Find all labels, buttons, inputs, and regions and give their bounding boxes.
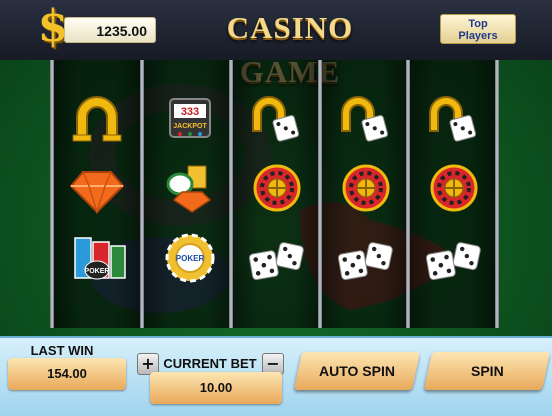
dice-icon	[425, 242, 481, 281]
roulette-icon	[430, 164, 478, 212]
horseshoe-dice-icon	[252, 96, 300, 142]
reel-divider	[318, 60, 322, 328]
roulette-icon	[342, 164, 390, 212]
last-win-label: LAST WIN	[30, 343, 94, 358]
chips-stack-label: POKER	[85, 268, 110, 275]
game-title: CASINO GAME	[226, 10, 354, 89]
jackpot-machine-icon: 333 JACKPOT	[169, 98, 211, 138]
horseshoe-icon	[72, 96, 122, 142]
jackpot-label: JACKPOT	[173, 123, 207, 130]
reel-divider	[50, 60, 54, 328]
reel-divider	[229, 60, 233, 328]
dice-icon	[248, 242, 304, 281]
auto-spin-label: AUTO SPIN	[319, 363, 395, 379]
auto-spin-button[interactable]: AUTO SPIN	[293, 352, 421, 390]
reel-area: POKER 333 JACKPOT POKER	[50, 60, 499, 328]
spin-button[interactable]: SPIN	[423, 352, 551, 390]
diamond-icon	[69, 171, 125, 214]
horseshoe-dice-icon	[429, 96, 477, 142]
current-bet-value: 10.00	[150, 372, 282, 404]
poker-chip-label: POKER	[176, 254, 205, 263]
reel-divider	[140, 60, 144, 328]
last-win-value: 154.00	[8, 358, 126, 390]
horseshoe-dice-icon	[341, 96, 389, 142]
roulette-icon	[253, 164, 301, 212]
top-players-label: Top Players	[458, 18, 498, 42]
poker-chip-icon: POKER	[165, 233, 215, 283]
reel-divider	[406, 60, 410, 328]
chips-diamond-icon	[166, 165, 212, 213]
chips-stack-icon: POKER	[74, 237, 126, 280]
reel-divider	[495, 60, 499, 328]
balance-display: 1235.00	[64, 17, 156, 43]
dice-icon	[337, 242, 393, 281]
top-players-button[interactable]: Top Players	[440, 14, 516, 44]
spin-label: SPIN	[470, 363, 504, 379]
current-bet-label: CURRENT BET	[163, 356, 257, 371]
jackpot-digits: 333	[181, 106, 199, 118]
